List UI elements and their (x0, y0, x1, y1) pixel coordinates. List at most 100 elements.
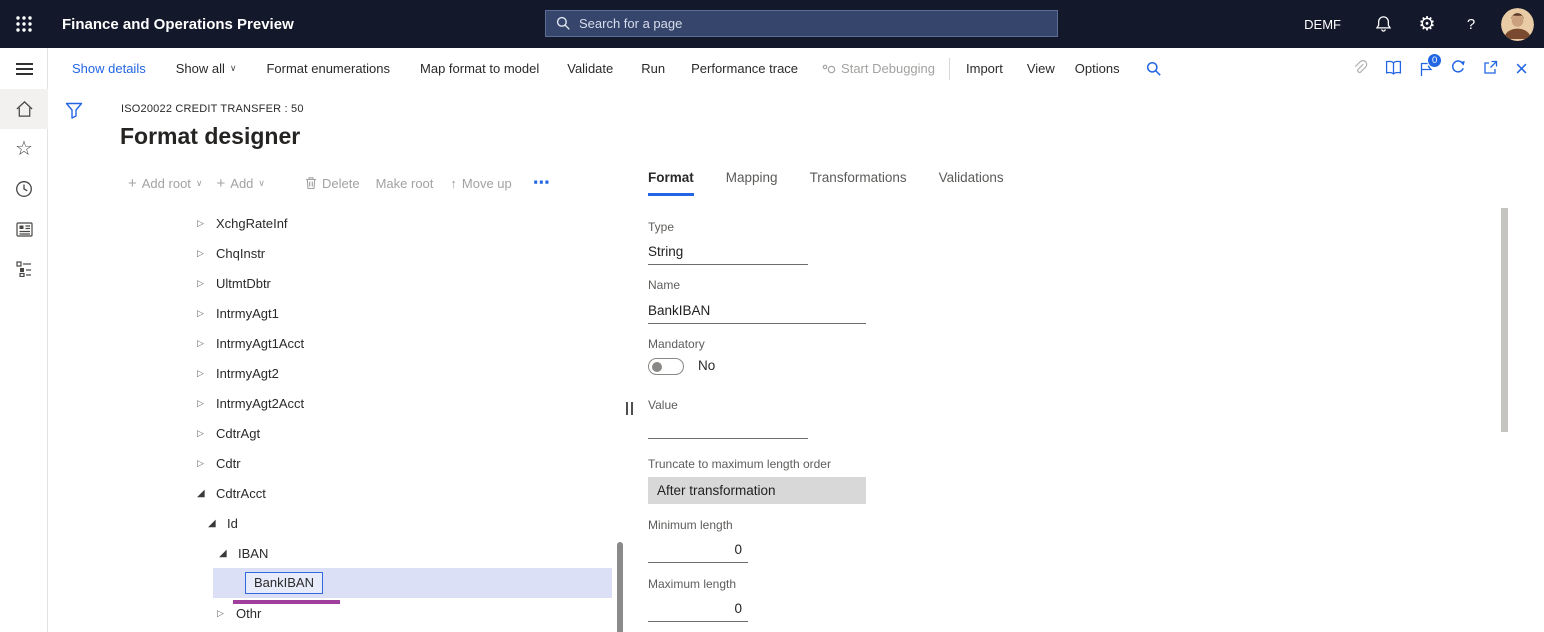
tab-transformations[interactable]: Transformations (810, 170, 907, 196)
chevron-right-icon[interactable]: ▷ (197, 278, 214, 289)
refresh-icon[interactable] (1450, 59, 1466, 78)
tree-item-label[interactable]: IBAN (236, 546, 268, 561)
start-debugging-label: Start Debugging (841, 61, 935, 76)
home-icon[interactable] (0, 89, 48, 129)
hierarchy-list-icon[interactable] (0, 249, 48, 289)
app-launcher-waffle-icon[interactable] (0, 0, 48, 48)
tree-row-selected[interactable]: BankIBAN (48, 568, 616, 598)
global-search-box[interactable] (545, 10, 1058, 37)
make-root-button[interactable]: Make root (376, 176, 434, 191)
user-avatar[interactable] (1501, 8, 1534, 41)
chevron-right-icon[interactable]: ▷ (197, 308, 214, 319)
tree-row[interactable]: ◢ CdtrAcct (48, 478, 616, 508)
validate-button[interactable]: Validate (567, 61, 613, 76)
notifications-bell-icon[interactable] (1361, 0, 1405, 48)
tree-scrollbar-thumb[interactable] (617, 542, 623, 632)
topbar-right-cluster: DEMF ⚙ ? (1284, 0, 1544, 48)
pane-splitter-handle[interactable] (626, 402, 633, 415)
show-details-button[interactable]: Show details (72, 61, 146, 76)
company-picker[interactable]: DEMF (1284, 17, 1361, 32)
notification-count-badge: 0 (1427, 53, 1442, 68)
tree-item-label[interactable]: Othr (234, 606, 261, 621)
tree-row[interactable]: ▷ ChqInstr (48, 238, 616, 268)
run-button[interactable]: Run (641, 61, 665, 76)
tree-item-label[interactable]: IntrmyAgt1 (214, 306, 279, 321)
tree-row[interactable]: ▷ XchgRateInf (48, 208, 616, 238)
global-search-input[interactable] (579, 16, 1047, 31)
value-field[interactable] (648, 413, 808, 439)
chevron-expanded-icon[interactable]: ◢ (197, 488, 214, 499)
format-enumerations-button[interactable]: Format enumerations (266, 61, 390, 76)
add-root-button[interactable]: + Add root ∨ (128, 176, 203, 191)
view-menu[interactable]: View (1027, 61, 1055, 76)
close-icon[interactable]: × (1515, 58, 1528, 80)
tab-format[interactable]: Format (648, 170, 694, 196)
app-title: Finance and Operations Preview (62, 0, 294, 48)
tree-item-rename-input[interactable]: BankIBAN (245, 572, 323, 594)
add-button[interactable]: + Add ∨ (217, 176, 266, 191)
news-feed-icon[interactable] (0, 209, 48, 249)
chevron-expanded-icon[interactable]: ◢ (219, 548, 236, 559)
filter-funnel-icon[interactable] (65, 102, 83, 124)
nav-menu-hamburger-icon[interactable] (0, 48, 48, 89)
tree-row[interactable]: ▷ IntrmyAgt1 (48, 298, 616, 328)
book-icon[interactable] (1385, 60, 1402, 78)
tree-item-label[interactable]: ChqInstr (214, 246, 265, 261)
options-menu[interactable]: Options (1075, 61, 1120, 76)
tree-item-label[interactable]: IntrmyAgt2 (214, 366, 279, 381)
chevron-expanded-icon[interactable]: ◢ (208, 518, 225, 529)
action-bar: Show details Show all ∨ Format enumerati… (48, 48, 1544, 89)
show-all-dropdown[interactable]: Show all ∨ (176, 61, 237, 76)
tree-row[interactable]: ▷ IntrmyAgt2 (48, 358, 616, 388)
import-menu[interactable]: Import (966, 61, 1003, 76)
tree-item-label[interactable]: CdtrAgt (214, 426, 260, 441)
name-field[interactable]: BankIBAN (648, 296, 866, 324)
tab-validations[interactable]: Validations (939, 170, 1004, 196)
tree-item-label[interactable]: IntrmyAgt1Acct (214, 336, 304, 351)
more-options-ellipsis-icon[interactable]: ⋯ (533, 173, 551, 193)
page-search-icon[interactable] (1146, 61, 1162, 77)
help-glyph: ? (1467, 16, 1475, 33)
tree-row[interactable]: ▷ IntrmyAgt2Acct (48, 388, 616, 418)
tree-row[interactable]: ◢ IBAN (48, 538, 616, 568)
tree-item-label[interactable]: UltmtDbtr (214, 276, 271, 291)
message-center-icon[interactable]: 0 (1419, 61, 1433, 77)
tree-item-label[interactable]: Id (225, 516, 238, 531)
truncate-order-dropdown[interactable]: After transformation (648, 477, 866, 504)
tree-row[interactable]: ◢ Id (48, 508, 616, 538)
properties-scrollbar-thumb[interactable] (1501, 208, 1508, 432)
tree-row[interactable]: ▷ Cdtr (48, 448, 616, 478)
performance-trace-button[interactable]: Performance trace (691, 61, 798, 76)
map-format-to-model-button[interactable]: Map format to model (420, 61, 539, 76)
mandatory-toggle[interactable] (648, 358, 684, 375)
chevron-right-icon[interactable]: ▷ (197, 398, 214, 409)
tree-row[interactable]: ▷ CdtrAgt (48, 418, 616, 448)
start-debugging-button[interactable]: Start Debugging (822, 61, 935, 76)
chevron-right-icon[interactable]: ▷ (197, 338, 214, 349)
tree-item-label[interactable]: IntrmyAgt2Acct (214, 396, 304, 411)
tree-item-label[interactable]: Cdtr (214, 456, 241, 471)
chevron-right-icon[interactable]: ▷ (197, 218, 214, 229)
help-icon[interactable]: ? (1449, 0, 1493, 48)
tree-item-label[interactable]: XchgRateInf (214, 216, 288, 231)
delete-button[interactable]: Delete (305, 176, 360, 191)
attachments-icon[interactable] (1352, 60, 1368, 78)
tab-mapping[interactable]: Mapping (726, 170, 778, 196)
recent-clock-icon[interactable] (0, 169, 48, 209)
maximum-length-field[interactable]: 0 (648, 594, 748, 622)
tree-row[interactable]: ▷ UltmtDbtr (48, 268, 616, 298)
chevron-right-icon[interactable]: ▷ (197, 428, 214, 439)
favorites-star-icon[interactable]: ☆ (0, 129, 48, 169)
minimum-length-label: Minimum length (648, 518, 733, 532)
chevron-right-icon[interactable]: ▷ (197, 248, 214, 259)
settings-gear-icon[interactable]: ⚙ (1405, 0, 1449, 48)
tree-item-label[interactable]: CdtrAcct (214, 486, 266, 501)
chevron-right-icon[interactable]: ▷ (197, 368, 214, 379)
chevron-right-icon[interactable]: ▷ (197, 458, 214, 469)
tree-row[interactable]: ▷ IntrmyAgt1Acct (48, 328, 616, 358)
open-in-new-window-icon[interactable] (1483, 60, 1498, 78)
type-field[interactable]: String (648, 237, 808, 265)
move-up-button[interactable]: ↑ Move up (450, 176, 511, 191)
minimum-length-field[interactable]: 0 (648, 535, 748, 563)
chevron-right-icon[interactable]: ▷ (217, 608, 234, 619)
